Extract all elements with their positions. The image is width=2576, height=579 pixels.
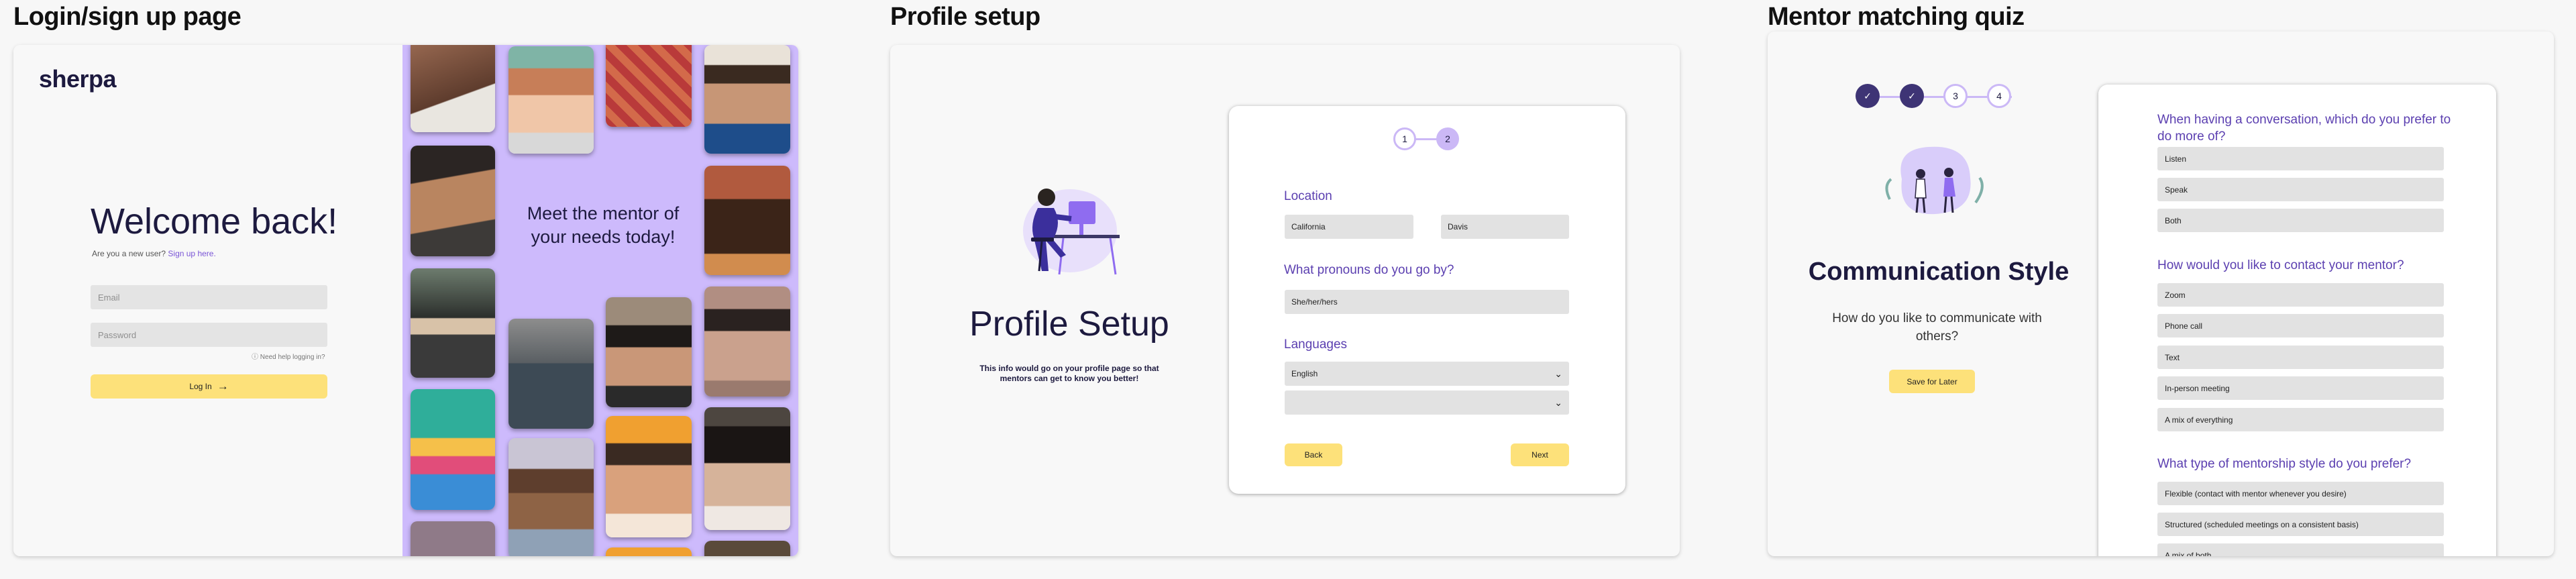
login-button[interactable]: Log In → [91,374,327,399]
person-at-desk-illustration [1023,189,1120,275]
pronouns-label: What pronouns do you go by? [1284,263,1454,277]
mentor-photo-wall: Meet the mentor of your needs today! [402,45,798,556]
welcome-heading: Welcome back! [91,201,338,242]
pronouns-field[interactable]: She/her/hers [1285,290,1569,314]
option-listen[interactable]: Listen [2157,147,2444,170]
mentor-photo [606,416,692,537]
tagline: Meet the mentor of your needs today! [527,203,680,247]
mentor-photo [508,319,594,429]
checkmark-icon: ✓ [1908,90,1916,101]
login-panel: sherpa Welcome back! Are you a new user?… [13,45,402,556]
quiz-category-title: Communication Style [1808,258,2070,286]
mentor-photo [606,45,692,127]
profile-section-title: Profile setup [890,3,1040,31]
mentor-photo [411,268,495,378]
question-3: What type of mentorship style do you pre… [2157,457,2412,471]
step-3[interactable]: 3 [1943,84,1968,108]
mentor-photo [411,45,495,132]
profile-setup-subtitle: This info would go on your profile page … [979,364,1159,383]
password-field[interactable] [91,323,327,347]
step-2[interactable]: 2 [1436,127,1459,150]
help-text: Need help logging in? [260,354,325,361]
mentor-photo [704,286,790,397]
login-screen: sherpa Welcome back! Are you a new user?… [13,45,798,556]
step-1[interactable]: 1 [1393,127,1416,150]
arrow-right-icon: → [217,380,229,392]
mentor-photo [704,541,790,556]
sherpa-logo[interactable]: sherpa [39,65,117,93]
step-1-complete[interactable]: ✓ [1856,84,1880,108]
quiz-questions-card: When having a conversation, which do you… [2098,85,2496,556]
back-button[interactable]: Back [1285,443,1342,466]
people-talking-illustration [1885,146,1984,215]
email-field[interactable] [91,285,327,309]
new-user-text: Are you a new user? [92,249,166,258]
chevron-down-icon: ⌄ [1554,397,1562,408]
option-both[interactable]: Both [2157,209,2444,232]
option-in-person[interactable]: In-person meeting [2157,376,2444,400]
mentor-photo [606,297,692,407]
language-select-1[interactable]: English ⌄ [1285,362,1569,386]
login-section-title: Login/sign up page [13,3,241,31]
mentor-photo [508,438,594,556]
mentor-photo [606,547,692,556]
mentor-photo [704,45,790,154]
location-label: Location [1284,189,1332,203]
quiz-category-question: How do you like to communicate with othe… [1832,311,2042,344]
option-structured[interactable]: Structured (scheduled meetings on a cons… [2157,513,2444,536]
mentor-photo [704,407,790,530]
profile-setup-title: Profile Setup [969,305,1169,344]
new-user-prompt: Are you a new user? Sign up here. [92,249,216,258]
mentor-photo [411,389,495,510]
quiz-section-title: Mentor matching quiz [1768,3,2025,31]
step-2-complete[interactable]: ✓ [1900,84,1924,108]
mentor-photo [411,146,495,256]
mentor-quiz-screen: ✓ ✓ 3 4 Communication Style How do you l… [1768,32,2554,556]
chevron-down-icon: ⌄ [1554,368,1562,379]
help-link[interactable]: ⓘ Need help logging in? [252,351,325,361]
step-4[interactable]: 4 [1987,84,2011,108]
city-field[interactable]: California [1285,215,1413,239]
question-2: How would you like to contact your mento… [2157,258,2404,272]
mentor-photo [704,166,790,275]
profile-setup-screen: Profile Setup This info would go on your… [890,45,1680,556]
save-for-later-button[interactable]: Save for Later [1889,370,1975,393]
option-mix[interactable]: A mix of everything [2157,408,2444,431]
language-select-1-value: English [1291,369,1318,378]
checkmark-icon: ✓ [1864,90,1872,101]
signup-link[interactable]: Sign up here. [168,249,215,258]
option-flexible[interactable]: Flexible (contact with mentor whenever y… [2157,482,2444,505]
option-phone-call[interactable]: Phone call [2157,314,2444,337]
mentor-photo [508,46,594,154]
question-1: When having a conversation, which do you… [2157,113,2451,144]
option-zoom[interactable]: Zoom [2157,283,2444,307]
option-speak[interactable]: Speak [2157,178,2444,201]
languages-label: Languages [1284,337,1348,352]
town-field[interactable]: Davis [1441,215,1569,239]
next-button[interactable]: Next [1511,443,1569,466]
language-select-2[interactable]: ⌄ [1285,390,1569,415]
help-icon: ⓘ [252,354,258,361]
option-text[interactable]: Text [2157,346,2444,369]
login-button-label: Log In [189,382,212,391]
option-mix-of-both[interactable]: A mix of both [2157,543,2444,556]
profile-form-card: 1 2 Location California Davis What prono… [1229,106,1625,494]
mentor-photo [411,521,495,556]
